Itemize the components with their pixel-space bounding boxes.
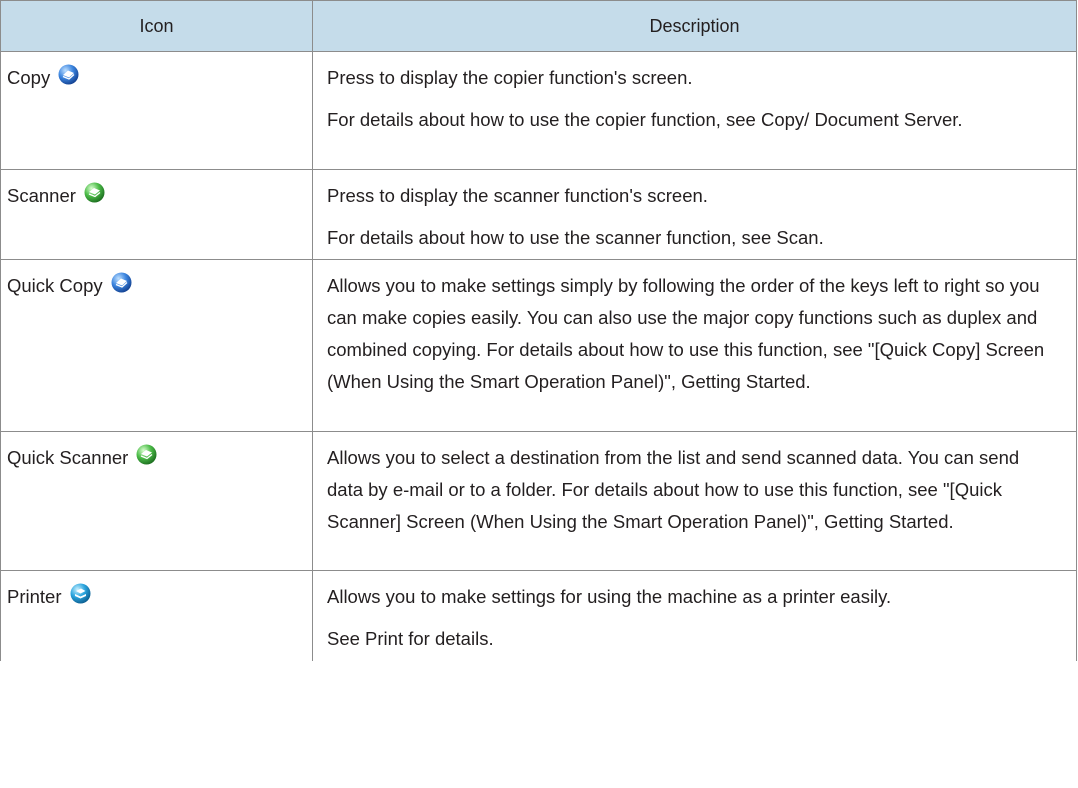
table-row: Printer Allows you to make settings for … <box>0 570 1077 661</box>
table-row: Copy Press to display the copier functio… <box>0 51 1077 170</box>
row-label-quick-scanner: Quick Scanner <box>7 447 129 468</box>
description-paragraph: Allows you to make settings simply by fo… <box>327 275 1045 392</box>
printer-icon <box>70 582 91 604</box>
icon-cell: Quick Scanner <box>0 431 313 571</box>
description-paragraph: Press to display the scanner function's … <box>327 185 708 206</box>
description-paragraph: Press to display the copier function's s… <box>327 67 693 88</box>
description-cell: Allows you to select a destination from … <box>312 431 1077 571</box>
icon-column-header: Icon <box>0 0 313 52</box>
table-row: Scanner Press to display the scanner fun… <box>0 169 1077 260</box>
icon-cell: Copy <box>0 51 313 170</box>
description-cell: Allows you to make settings for using th… <box>312 570 1077 661</box>
description-paragraph: For details about how to use the copier … <box>327 109 963 130</box>
description-paragraph: For details about how to use the scanner… <box>327 227 824 248</box>
icon-cell: Scanner <box>0 169 313 260</box>
table-row: Quick Copy Allows you to make settings s… <box>0 259 1077 432</box>
description-paragraph: Allows you to make settings for using th… <box>327 586 892 607</box>
table-row: Quick Scanner Allows you to select a des… <box>0 431 1077 571</box>
description-paragraph: Allows you to select a destination from … <box>327 447 1020 532</box>
quick-copy-icon <box>111 271 132 293</box>
quick-scanner-icon <box>136 443 157 465</box>
icon-cell: Printer <box>0 570 313 661</box>
row-label-printer: Printer <box>7 586 62 607</box>
row-label-scanner: Scanner <box>7 185 76 206</box>
description-cell: Press to display the copier function's s… <box>312 51 1077 170</box>
icon-cell: Quick Copy <box>0 259 313 432</box>
icon-description-table: Icon Description Copy Press to display t… <box>0 0 1077 661</box>
table-header-row: Icon Description <box>0 0 1077 52</box>
description-cell: Press to display the scanner function's … <box>312 169 1077 260</box>
row-label-copy: Copy <box>7 67 51 88</box>
scanner-icon <box>84 181 105 203</box>
copy-icon <box>58 63 79 85</box>
description-column-header: Description <box>312 0 1077 52</box>
description-cell: Allows you to make settings simply by fo… <box>312 259 1077 432</box>
description-paragraph: See Print for details. <box>327 628 494 649</box>
row-label-quick-copy: Quick Copy <box>7 275 103 296</box>
